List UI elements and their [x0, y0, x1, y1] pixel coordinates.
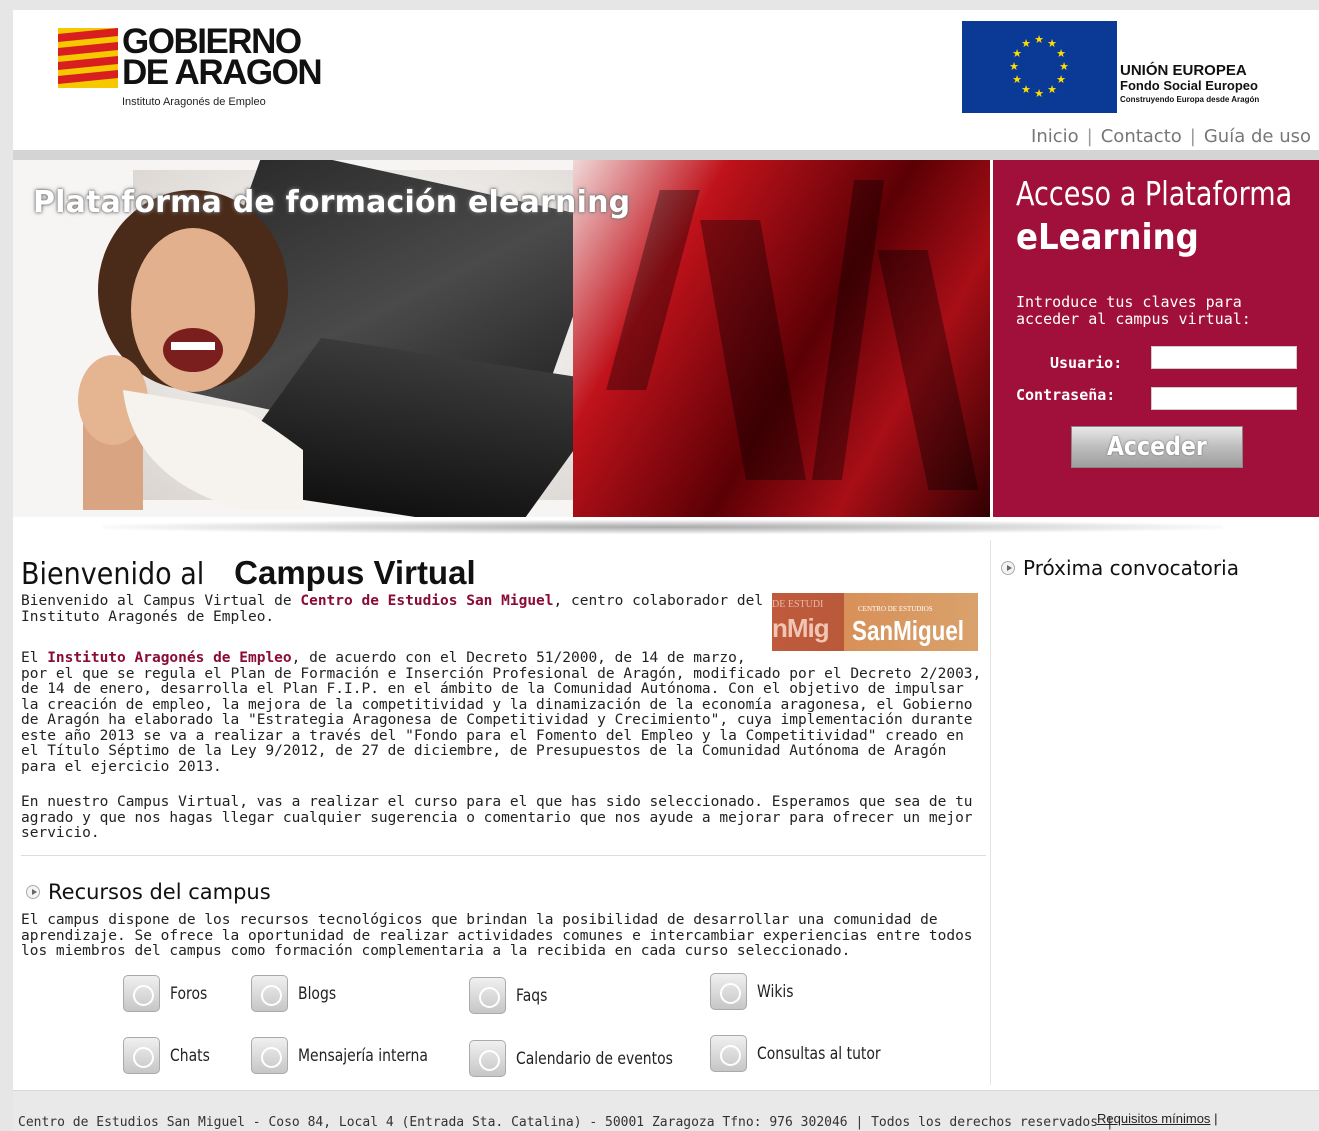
- iaem-text: , de acuerdo con el Decreto 51/2000, de …: [291, 650, 746, 666]
- svg-text:★: ★: [1021, 83, 1031, 96]
- eu-line2: Fondo Social Europeo: [1120, 78, 1258, 93]
- chats-icon: [123, 1037, 160, 1074]
- nav-separator: |: [1086, 126, 1093, 147]
- iaem-text-body: por el que se regula el Plan de Formació…: [21, 665, 982, 775]
- resource-label: Calendario de eventos: [516, 1048, 673, 1069]
- resource-label: Faqs: [516, 985, 548, 1006]
- footer-separator: |: [1214, 1111, 1218, 1126]
- resource-label: Chats: [170, 1045, 210, 1066]
- login-title-line2: eLearning: [1016, 217, 1199, 258]
- svg-text:★: ★: [1021, 37, 1031, 50]
- svg-text:★: ★: [1047, 83, 1057, 96]
- resource-label: Mensajería interna: [298, 1045, 428, 1066]
- eu-text: UNIÓN EUROPEA Fondo Social Europeo Const…: [1120, 62, 1259, 107]
- requisitos-minimos-link[interactable]: Requisitos mínimos: [1097, 1111, 1210, 1126]
- aragon-flag-icon: [58, 28, 118, 88]
- username-input[interactable]: [1151, 346, 1297, 369]
- acceder-button[interactable]: Acceder: [1071, 426, 1243, 468]
- proxima-convocatoria-heading[interactable]: Próxima convocatoria: [1001, 556, 1239, 580]
- foros-icon: [123, 975, 160, 1012]
- username-label: Usuario:: [1050, 354, 1123, 372]
- proxima-convocatoria-title: Próxima convocatoria: [1023, 556, 1239, 580]
- eu-flag-icon: ★ ★★ ★★★ ★★★ ★★★: [962, 21, 1117, 113]
- resource-blogs[interactable]: Blogs: [251, 975, 344, 1012]
- section-divider: [21, 855, 986, 856]
- welcome-prefix: Bienvenido al: [21, 557, 205, 592]
- iaem-paragraph: El Instituto Aragonés de Empleo, de acue…: [21, 650, 986, 775]
- svg-text:★: ★: [1056, 47, 1066, 60]
- login-panel: Acceso a Plataforma eLearning Introduce …: [993, 160, 1319, 517]
- logo-left-top: DE ESTUDI: [772, 599, 824, 610]
- smiling-woman-image: [78, 190, 303, 510]
- recursos-title: Recursos del campus: [48, 880, 271, 904]
- resource-label: Blogs: [298, 983, 337, 1004]
- san-miguel-logo: DE ESTUDI nMig CENTRO DE ESTUDIOS SanMig…: [772, 593, 978, 651]
- campus-paragraph: En nuestro Campus Virtual, vas a realiza…: [21, 794, 973, 841]
- password-label: Contraseña:: [1016, 386, 1116, 404]
- wikis-icon: [710, 973, 747, 1010]
- logo-line2: DE ARAGON: [122, 53, 323, 92]
- eu-line1: UNIÓN EUROPEA: [1120, 62, 1247, 79]
- arrow-bullet-icon: [1001, 561, 1015, 575]
- logo-subtitle: Instituto Aragonés de Empleo: [122, 96, 266, 108]
- centro-san-miguel-link[interactable]: Centro de Estudios San Miguel: [300, 593, 553, 609]
- login-intro: Introduce tus claves para acceder al cam…: [1016, 293, 1251, 328]
- resource-foros[interactable]: Foros: [123, 975, 215, 1012]
- nav-contacto[interactable]: Contacto: [1101, 126, 1182, 147]
- svg-text:★: ★: [1009, 60, 1019, 73]
- banner-title: Plataforma de formación elearning: [33, 185, 631, 220]
- arrow-bullet-icon: [26, 885, 40, 899]
- top-nav: Inicio | Contacto | Guía de uso: [1031, 126, 1311, 147]
- logo-right-top: CENTRO DE ESTUDIOS: [858, 605, 933, 613]
- resource-calendario[interactable]: Calendario de eventos: [469, 1040, 707, 1077]
- consultas-icon: [710, 1035, 747, 1072]
- header: GOBIERNO DE ARAGON Instituto Aragonés de…: [13, 10, 1319, 150]
- acceder-button-label: Acceder: [1106, 432, 1208, 462]
- header-divider: [13, 150, 1319, 160]
- resource-label: Wikis: [757, 981, 794, 1002]
- blogs-icon: [251, 975, 288, 1012]
- recursos-paragraph: El campus dispone de los recursos tecnol…: [21, 912, 973, 959]
- welcome-heading: Bienvenido al Campus Virtual: [21, 555, 986, 593]
- recursos-heading: Recursos del campus: [26, 880, 271, 904]
- svg-text:★: ★: [1059, 60, 1069, 73]
- resource-chats[interactable]: Chats: [123, 1037, 219, 1074]
- svg-text:★: ★: [1056, 73, 1066, 86]
- footer-text: Centro de Estudios San Miguel - Coso 84,…: [18, 1115, 1114, 1130]
- svg-text:★: ★: [1034, 33, 1044, 46]
- mensajeria-icon: [251, 1037, 288, 1074]
- banner: Plataforma de formación elearning: [13, 160, 990, 517]
- password-input[interactable]: [1151, 387, 1297, 410]
- svg-text:★: ★: [1012, 73, 1022, 86]
- nav-separator: |: [1189, 126, 1196, 147]
- resource-label: Foros: [170, 983, 208, 1004]
- red-abstract-graphic: [573, 160, 990, 517]
- gobierno-aragon-logo[interactable]: GOBIERNO DE ARAGON Instituto Aragonés de…: [58, 24, 338, 126]
- instituto-aragones-link[interactable]: Instituto Aragonés de Empleo: [47, 650, 291, 666]
- logo-left-big: nMig: [772, 613, 830, 643]
- faqs-icon: [469, 977, 506, 1014]
- logo-right-big: SanMiguel: [852, 615, 965, 646]
- intro-paragraph: Bienvenido al Campus Virtual de Centro d…: [21, 593, 781, 625]
- column-divider: [990, 540, 991, 1085]
- banner-shadow: [103, 520, 1223, 534]
- eu-line3: Construyendo Europa desde Aragón: [1120, 95, 1260, 104]
- footer-links: Requisitos mínimos |: [1097, 1111, 1217, 1126]
- svg-text:★: ★: [1034, 87, 1044, 100]
- nav-guia-de-uso[interactable]: Guía de uso: [1204, 126, 1311, 147]
- login-title-line1: Acceso a Plataforma: [1016, 174, 1293, 213]
- resource-mensajeria[interactable]: Mensajería interna: [251, 1037, 456, 1074]
- welcome-strong: Campus Virtual: [234, 554, 476, 591]
- intro-text: Bienvenido al Campus Virtual de: [21, 593, 301, 609]
- nav-inicio[interactable]: Inicio: [1031, 126, 1079, 147]
- resource-label: Consultas al tutor: [757, 1043, 881, 1064]
- resource-consultas[interactable]: Consultas al tutor: [710, 1035, 908, 1072]
- iaem-text-start: El: [21, 650, 48, 666]
- page: GOBIERNO DE ARAGON Instituto Aragonés de…: [13, 10, 1319, 1131]
- main-content: Bienvenido al Campus Virtual Bienvenido …: [21, 545, 986, 1077]
- resource-wikis[interactable]: Wikis: [710, 973, 802, 1010]
- calendario-icon: [469, 1040, 506, 1077]
- resource-faqs[interactable]: Faqs: [469, 977, 554, 1014]
- footer: Centro de Estudios San Miguel - Coso 84,…: [13, 1090, 1319, 1131]
